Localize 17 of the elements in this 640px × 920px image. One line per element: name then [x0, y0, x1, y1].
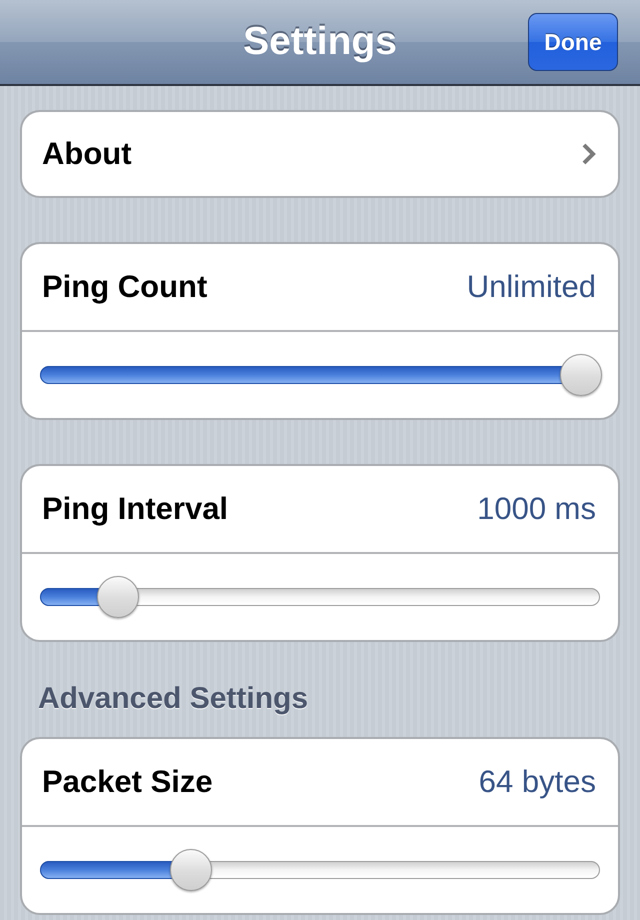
section-header: Advanced Settings [37, 681, 310, 717]
setting-label: Packet Size [42, 764, 213, 800]
slider-thumb[interactable] [170, 849, 212, 891]
slider-track[interactable] [40, 354, 600, 396]
screen-title: Settings [243, 20, 397, 64]
slider-thumb[interactable] [560, 354, 602, 396]
chevron-icon [582, 143, 596, 165]
setting-value: Unlimited [466, 269, 596, 305]
slider-track[interactable] [40, 849, 600, 891]
slider-track[interactable] [40, 576, 600, 618]
setting-label: Ping Interval [42, 491, 228, 527]
setting-label: Ping Count [42, 269, 208, 305]
setting-value: 64 bytes [478, 764, 596, 800]
about-row[interactable]: About [20, 110, 620, 198]
done-button[interactable]: Done [528, 13, 618, 71]
slider-thumb[interactable] [97, 576, 140, 618]
setting-value: 1000 ms [477, 491, 596, 527]
